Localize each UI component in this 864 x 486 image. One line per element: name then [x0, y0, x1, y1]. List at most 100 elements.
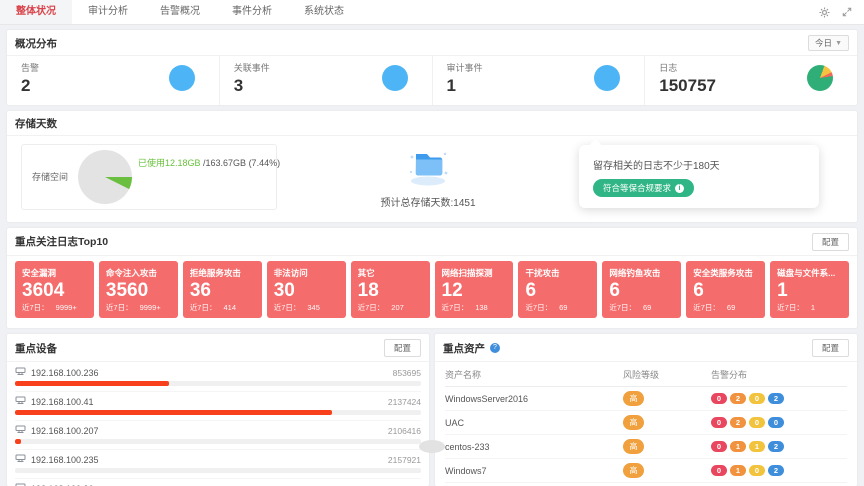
log-card-value: 6 — [525, 280, 590, 303]
storage-space-box: 存储空间 已使用12.18GB /163.67GB (7.44%) — [21, 144, 277, 210]
storage-total-text: /163.67GB (7.44%) — [201, 158, 281, 168]
devices-config-button[interactable]: 配置 — [384, 339, 421, 357]
top10-cards: 安全漏洞 3604 近7日：9999+ 命令注入攻击 3560 近7日：9999… — [7, 256, 857, 329]
tab-overall-status[interactable]: 整体状况 — [0, 0, 72, 24]
alert-distribution: 0 1 0 2 — [711, 465, 847, 476]
help-icon[interactable]: ? — [490, 343, 500, 353]
log-card-sub-label: 近7日： — [274, 303, 301, 312]
log-card-sub-label: 近7日： — [777, 303, 804, 312]
nav-tabs: 整体状况 审计分析 告警概况 事件分析 系统状态 — [0, 0, 360, 24]
log-card-title: 非法访问 — [274, 267, 339, 279]
device-bar-fill — [15, 410, 332, 415]
assets-title: 重点资产 — [443, 341, 485, 356]
log-card-security-service[interactable]: 安全类服务攻击 6 近7日：69 — [686, 261, 765, 319]
log-card-value: 3560 — [106, 280, 171, 303]
alert-badge-high: 2 — [730, 417, 746, 428]
tab-audit-analysis[interactable]: 审计分析 — [72, 0, 144, 24]
device-icon — [15, 425, 26, 436]
log-card-scan-probe[interactable]: 网络扫描探测 12 近7日：138 — [435, 261, 514, 319]
risk-badge: 高 — [623, 391, 644, 406]
alert-badge-medium: 0 — [749, 465, 765, 476]
stat-alarm-label: 告警 — [21, 61, 39, 74]
stat-audit-value: 1 — [447, 76, 483, 96]
log-card-sub-label: 近7日： — [190, 303, 217, 312]
log-card-phishing[interactable]: 网络钓鱼攻击 6 近7日：69 — [602, 261, 681, 319]
assets-table-header: 资产名称 风险等级 告警分布 — [445, 362, 847, 387]
alert-distribution: 0 2 0 0 — [711, 417, 847, 428]
compliance-badge[interactable]: 符合等保合规要求 i — [593, 179, 694, 197]
log-card-dos[interactable]: 拒绝服务攻击 36 近7日：414 — [183, 261, 262, 319]
asset-name: WindowsServer2016 — [445, 394, 623, 404]
storage-days-text: 预计总存储天数:1451 — [380, 194, 475, 209]
fullscreen-expand-icon[interactable] — [842, 7, 852, 17]
log-card-cmd-injection[interactable]: 命令注入攻击 3560 近7日：9999+ — [99, 261, 178, 319]
alert-badge-critical: 0 — [711, 417, 727, 428]
device-row[interactable]: 192.168.100.41 2137424 — [15, 392, 421, 421]
device-value: 2157921 — [388, 455, 421, 465]
log-card-title: 其它 — [358, 267, 423, 279]
period-select[interactable]: 今日 ▼ — [808, 35, 849, 51]
log-card-others[interactable]: 其它 18 近7日：207 — [351, 261, 430, 319]
log-card-title: 安全漏洞 — [22, 267, 87, 279]
devices-section: 重点设备 配置 192.168.100.236 853695 — [7, 334, 429, 486]
assets-config-button[interactable]: 配置 — [812, 339, 849, 357]
storage-used-text: 已使用12.18GB — [138, 158, 201, 168]
chevron-down-icon: ▼ — [835, 40, 842, 47]
storage-section: 存储天数 存储空间 已使用12.18GB /163.67GB (7.44%) — [7, 111, 857, 222]
settings-gear-icon[interactable] — [819, 7, 830, 18]
device-bar-track — [15, 410, 421, 415]
device-bar-track — [15, 381, 421, 386]
log-card-sub-value: 9999+ — [56, 303, 77, 312]
log-card-interference[interactable]: 干扰攻击 6 近7日：69 — [518, 261, 597, 319]
device-bar-track — [15, 439, 421, 444]
asset-row[interactable]: WindowsServer2016 高 0 2 0 2 — [445, 387, 847, 411]
log-card-title: 网络钓鱼攻击 — [609, 267, 674, 279]
tab-alarm-overview[interactable]: 告警概况 — [144, 0, 216, 24]
asset-row[interactable]: centos-233 高 0 1 1 2 — [445, 435, 847, 459]
device-ip: 192.168.100.236 — [15, 367, 99, 378]
log-card-title: 磁盘与文件系... — [777, 267, 842, 279]
device-value: 2106416 — [388, 426, 421, 436]
device-row[interactable]: 192.168.100.236 853695 — [15, 363, 421, 392]
log-card-title: 网络扫描探测 — [442, 267, 507, 279]
device-icon — [15, 367, 26, 378]
risk-badge: 高 — [623, 415, 644, 430]
device-value: 2137424 — [388, 397, 421, 407]
assets-table: 资产名称 风险等级 告警分布 WindowsServer2016 高 0 2 0… — [435, 362, 857, 486]
log-card-sub-value: 414 — [223, 303, 236, 312]
log-card-value: 30 — [274, 280, 339, 303]
storage-pie — [78, 150, 132, 204]
device-bar-fill — [15, 439, 21, 444]
asset-row[interactable]: Windows7 高 0 1 0 2 — [445, 459, 847, 483]
correlated-circle-icon — [382, 65, 408, 91]
stat-correlated-value: 3 — [234, 76, 270, 96]
devices-list: 192.168.100.236 853695 192.168.100.41 21… — [7, 362, 429, 486]
device-ip: 192.168.100.41 — [15, 396, 94, 407]
alert-badge-low: 2 — [768, 393, 784, 404]
asset-row[interactable]: UAC 高 0 2 0 0 — [445, 411, 847, 435]
device-row[interactable]: 192.168.100.235 2157921 — [15, 450, 421, 479]
alert-badge-high: 1 — [730, 465, 746, 476]
log-pie — [807, 65, 833, 91]
folder-illustration — [405, 145, 451, 192]
audit-circle-icon — [594, 65, 620, 91]
log-card-disk-filesystem[interactable]: 磁盘与文件系... 1 近7日：1 — [770, 261, 849, 319]
compliance-note-text: 留存相关的日志不少于180天 — [593, 157, 805, 172]
device-row[interactable]: 192.168.100.207 2106416 — [15, 421, 421, 450]
log-card-illegal-access[interactable]: 非法访问 30 近7日： 345 — [267, 261, 346, 319]
device-row[interactable]: 192.168.100.26 837320 — [15, 479, 421, 486]
top10-config-button[interactable]: 配置 — [812, 233, 849, 251]
top10-title: 重点关注日志Top10 — [15, 234, 108, 249]
period-label: 今日 — [815, 37, 832, 49]
alert-badge-low: 0 — [768, 417, 784, 428]
log-card-sub-label: 近7日： — [358, 303, 385, 312]
log-card-security-vuln[interactable]: 安全漏洞 3604 近7日：9999+ — [15, 261, 94, 319]
tab-event-analysis[interactable]: 事件分析 — [216, 0, 288, 24]
risk-badge: 高 — [623, 463, 644, 478]
log-card-title: 命令注入攻击 — [106, 267, 171, 279]
device-ip: 192.168.100.207 — [15, 425, 99, 436]
log-card-sub-value: 345 — [307, 303, 320, 312]
asset-name: UAC — [445, 418, 623, 428]
tab-system-status[interactable]: 系统状态 — [288, 0, 360, 24]
stat-logs-value: 150757 — [659, 76, 716, 96]
